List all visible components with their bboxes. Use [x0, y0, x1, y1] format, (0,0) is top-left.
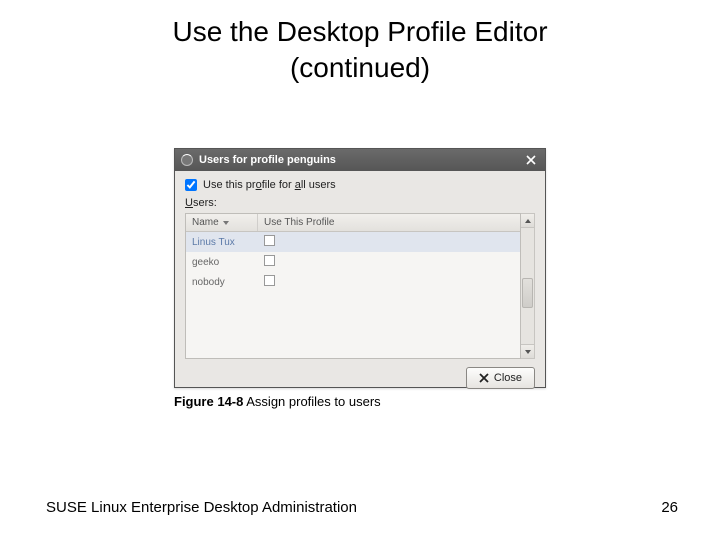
list-item[interactable]: nobody [186, 272, 520, 292]
column-header-use[interactable]: Use This Profile [258, 214, 520, 231]
close-button-label: Close [494, 372, 522, 384]
row-checkbox[interactable] [264, 255, 275, 266]
users-listbox[interactable]: Name Use This Profile Linus Tux ge [185, 213, 521, 359]
use-all-users-row[interactable]: Use this profile for all users [185, 179, 535, 191]
sort-descending-icon [223, 221, 229, 225]
window-title: Users for profile penguins [199, 154, 523, 166]
title-line-1: Use the Desktop Profile Editor [172, 16, 547, 47]
list-item[interactable]: Linus Tux [186, 232, 520, 252]
figure-caption: Figure 14-8 Assign profiles to users [174, 394, 546, 409]
user-use-cell [258, 255, 520, 269]
user-name: nobody [186, 277, 258, 288]
list-item[interactable]: geeko [186, 252, 520, 272]
user-name: Linus Tux [186, 237, 258, 248]
title-line-2: (continued) [290, 52, 430, 83]
close-button[interactable]: Close [466, 367, 535, 389]
scroll-track[interactable] [521, 228, 534, 344]
list-rows: Linus Tux geeko nobody [186, 232, 520, 292]
list-header: Name Use This Profile [186, 214, 520, 232]
figure: Users for profile penguins Use this prof… [174, 148, 546, 409]
user-use-cell [258, 275, 520, 289]
slide: Use the Desktop Profile Editor (continue… [0, 14, 720, 554]
vertical-scrollbar[interactable] [521, 213, 535, 359]
figure-number: Figure 14-8 [174, 394, 243, 409]
chevron-up-icon [525, 219, 531, 223]
titlebar: Users for profile penguins [175, 149, 545, 171]
scroll-up-button[interactable] [521, 214, 534, 228]
column-header-name[interactable]: Name [186, 214, 258, 231]
row-checkbox[interactable] [264, 275, 275, 286]
footer-text: SUSE Linux Enterprise Desktop Administra… [46, 499, 357, 516]
scroll-down-button[interactable] [521, 344, 534, 358]
dialog-window: Users for profile penguins Use this prof… [174, 148, 546, 388]
use-all-users-checkbox[interactable] [185, 179, 197, 191]
figure-text: Assign profiles to users [243, 394, 380, 409]
scroll-thumb[interactable] [522, 278, 533, 308]
users-list-area: Name Use This Profile Linus Tux ge [185, 213, 535, 359]
page-number: 26 [661, 499, 678, 516]
page-title: Use the Desktop Profile Editor (continue… [0, 14, 720, 87]
users-label: Users: [185, 197, 535, 209]
user-name: geeko [186, 257, 258, 268]
close-icon [479, 373, 489, 383]
window-close-button[interactable] [523, 152, 539, 168]
row-checkbox[interactable] [264, 235, 275, 246]
close-icon [526, 155, 536, 165]
dialog-button-row: Close [185, 367, 535, 389]
user-use-cell [258, 235, 520, 249]
busy-spinner-icon [181, 154, 193, 166]
chevron-down-icon [525, 350, 531, 354]
use-all-users-label: Use this profile for all users [203, 179, 336, 191]
window-body: Use this profile for all users Users: Na… [175, 171, 545, 397]
